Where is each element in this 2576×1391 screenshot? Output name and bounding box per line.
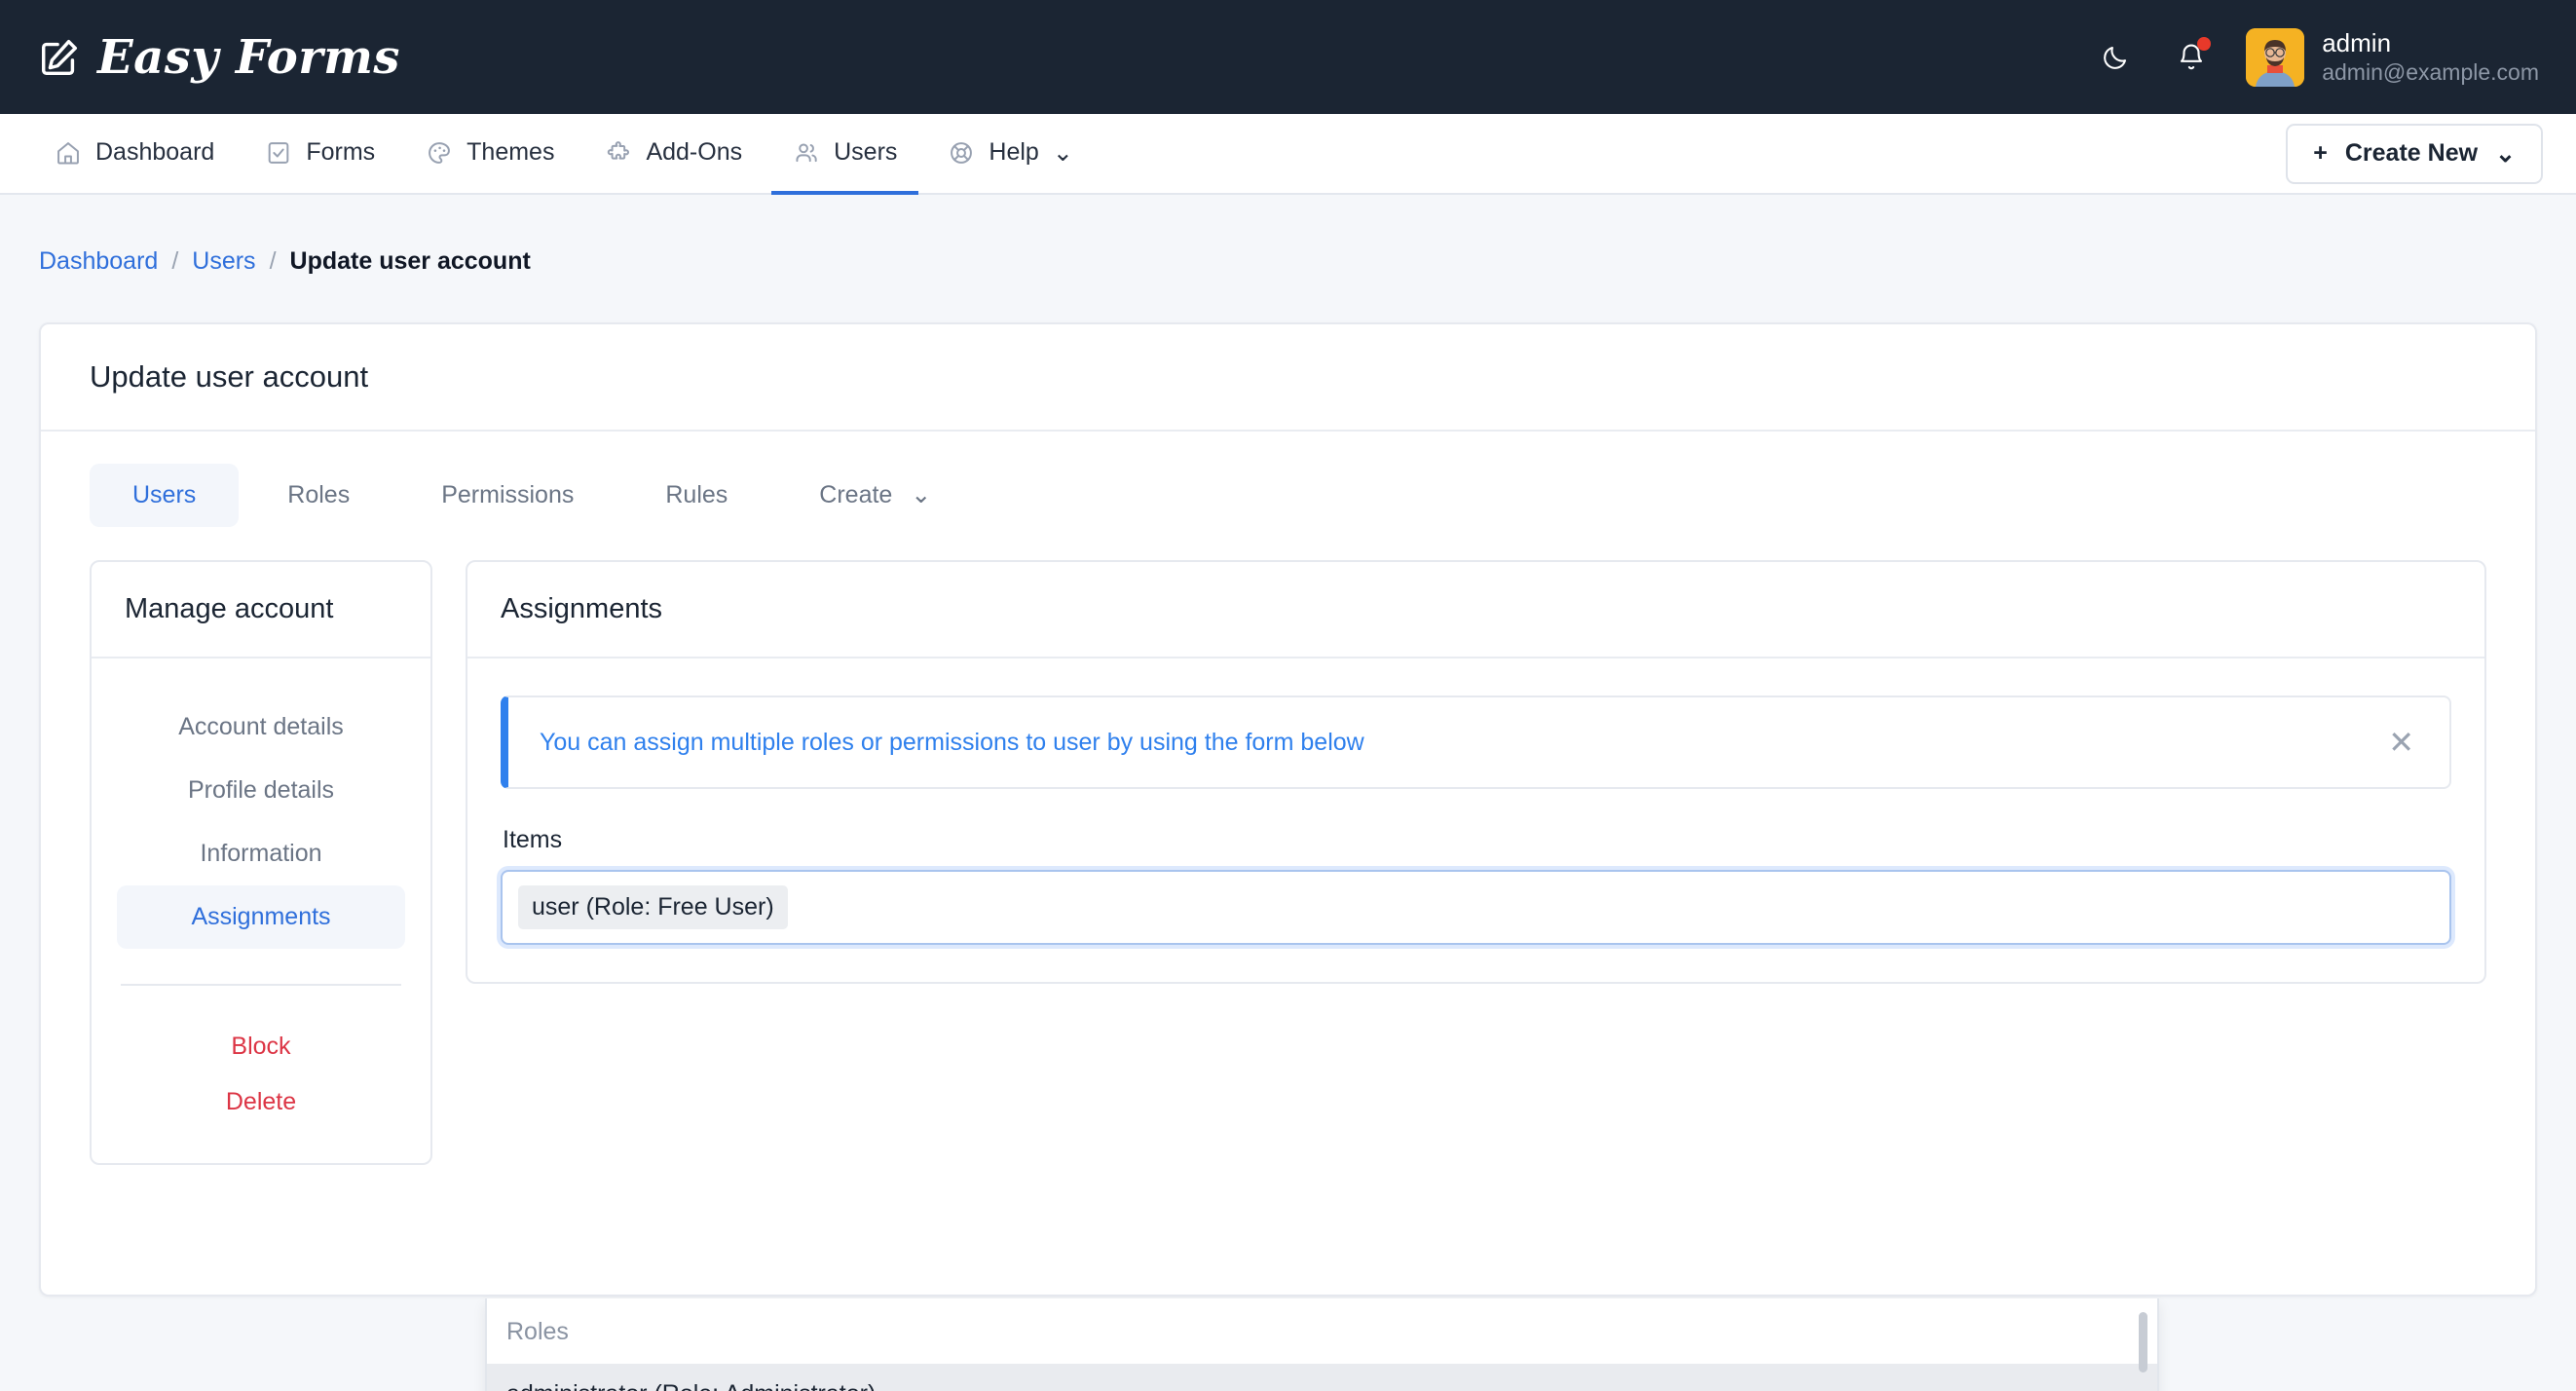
- create-new-button[interactable]: + Create New ⌄: [2286, 124, 2543, 184]
- nav-item-add-ons[interactable]: Add-Ons: [583, 114, 764, 195]
- palette-icon: [426, 139, 453, 167]
- tab-rules[interactable]: Rules: [622, 464, 770, 527]
- update-user-account-card: Update user account Users Roles Permissi…: [39, 322, 2537, 1297]
- manage-account-title: Manage account: [125, 593, 397, 625]
- items-dropdown[interactable]: Roles administrator (Role: Administrator…: [485, 1298, 2159, 1391]
- create-new-label: Create New: [2345, 139, 2478, 168]
- avatar: [2246, 28, 2304, 87]
- breadcrumb-item-users[interactable]: Users: [192, 247, 255, 276]
- nav-item-help[interactable]: Help ⌄: [926, 114, 1094, 195]
- tab-roles[interactable]: Roles: [244, 464, 392, 527]
- breadcrumb-separator: /: [270, 247, 277, 276]
- assignments-panel: Assignments You can assign multiple role…: [466, 560, 2486, 984]
- moon-icon: [2101, 43, 2130, 72]
- tab-permissions[interactable]: Permissions: [398, 464, 616, 527]
- dropdown-scrollbar[interactable]: [2139, 1312, 2147, 1372]
- assignments-header: Assignments: [467, 562, 2484, 658]
- info-alert-text: You can assign multiple roles or permiss…: [540, 729, 1364, 757]
- nav-right: + Create New ⌄: [2286, 114, 2543, 193]
- nav-item-forms[interactable]: Forms: [243, 114, 396, 195]
- nav-item-label: Forms: [306, 138, 375, 167]
- breadcrumb-item-current: Update user account: [290, 247, 531, 276]
- assignments-title: Assignments: [501, 593, 2451, 625]
- lifebuoy-icon: [948, 139, 975, 167]
- pencil-square-icon: [37, 35, 82, 80]
- checked-square-icon: [265, 139, 292, 167]
- manage-account-panel: Manage account Account details Profile d…: [90, 560, 432, 1165]
- nav-item-label: Themes: [467, 138, 554, 167]
- block-button[interactable]: Block: [117, 1019, 405, 1074]
- sidebar-divider: [121, 984, 401, 986]
- user-email: admin@example.com: [2322, 58, 2539, 87]
- brand-logo[interactable]: Easy Forms: [37, 30, 400, 85]
- sidebar-item-assignments[interactable]: Assignments: [117, 885, 405, 949]
- nav-item-themes[interactable]: Themes: [404, 114, 576, 195]
- breadcrumb-separator: /: [171, 247, 178, 276]
- manage-account-header: Manage account: [92, 562, 430, 658]
- top-bar-actions: admin admin@example.com: [2094, 27, 2539, 87]
- info-alert: You can assign multiple roles or permiss…: [501, 696, 2451, 789]
- sidebar-item-information[interactable]: Information: [117, 822, 405, 885]
- user-meta: admin admin@example.com: [2322, 27, 2539, 87]
- main-nav: Dashboard Forms Themes: [0, 114, 2576, 195]
- assignments-body: You can assign multiple roles or permiss…: [467, 658, 2484, 982]
- dark-mode-toggle[interactable]: [2094, 36, 2137, 79]
- delete-button[interactable]: Delete: [117, 1074, 405, 1130]
- card-content: Manage account Account details Profile d…: [41, 527, 2535, 1165]
- brand-name: Easy Forms: [97, 30, 400, 85]
- user-name: admin: [2322, 27, 2539, 59]
- card-header: Update user account: [41, 324, 2535, 432]
- user-menu[interactable]: admin admin@example.com: [2246, 27, 2539, 87]
- page-title: Update user account: [90, 359, 2486, 395]
- nav-item-label: Help: [989, 138, 1038, 167]
- nav-items: Dashboard Forms Themes: [33, 114, 1095, 193]
- plus-icon: +: [2313, 139, 2328, 168]
- top-bar: Easy Forms: [0, 0, 2576, 114]
- tab-create[interactable]: Create ⌄: [776, 463, 974, 527]
- chevron-down-icon: ⌄: [911, 481, 931, 508]
- users-icon: [793, 139, 820, 167]
- puzzle-piece-icon: [605, 139, 632, 167]
- breadcrumb: Dashboard / Users / Update user account: [0, 195, 2576, 276]
- items-label: Items: [503, 826, 2451, 854]
- home-icon: [55, 139, 82, 167]
- close-icon[interactable]: ✕: [2384, 727, 2418, 758]
- nav-item-label: Add-Ons: [646, 138, 742, 167]
- nav-item-label: Users: [834, 138, 897, 167]
- dropdown-group-roles: Roles: [487, 1298, 2157, 1364]
- tab-users[interactable]: Users: [90, 464, 239, 527]
- manage-account-body: Account details Profile details Informat…: [92, 658, 430, 1163]
- nav-item-label: Dashboard: [95, 138, 214, 167]
- nav-item-users[interactable]: Users: [771, 114, 918, 195]
- breadcrumb-item-dashboard[interactable]: Dashboard: [39, 247, 158, 276]
- sidebar-item-profile-details[interactable]: Profile details: [117, 759, 405, 822]
- items-input[interactable]: user (Role: Free User): [501, 870, 2451, 945]
- chevron-down-icon: ⌄: [1053, 138, 1073, 168]
- chevron-down-icon: ⌄: [2495, 139, 2516, 169]
- notifications-button[interactable]: [2170, 36, 2213, 79]
- tab-create-label: Create: [819, 481, 892, 508]
- dropdown-option-administrator[interactable]: administrator (Role: Administrator): [487, 1364, 2157, 1391]
- sidebar-item-account-details[interactable]: Account details: [117, 696, 405, 759]
- card-tabs: Users Roles Permissions Rules Create ⌄: [41, 432, 2535, 527]
- notification-badge: [2197, 37, 2211, 51]
- selected-tag[interactable]: user (Role: Free User): [518, 885, 788, 929]
- nav-item-dashboard[interactable]: Dashboard: [33, 114, 236, 195]
